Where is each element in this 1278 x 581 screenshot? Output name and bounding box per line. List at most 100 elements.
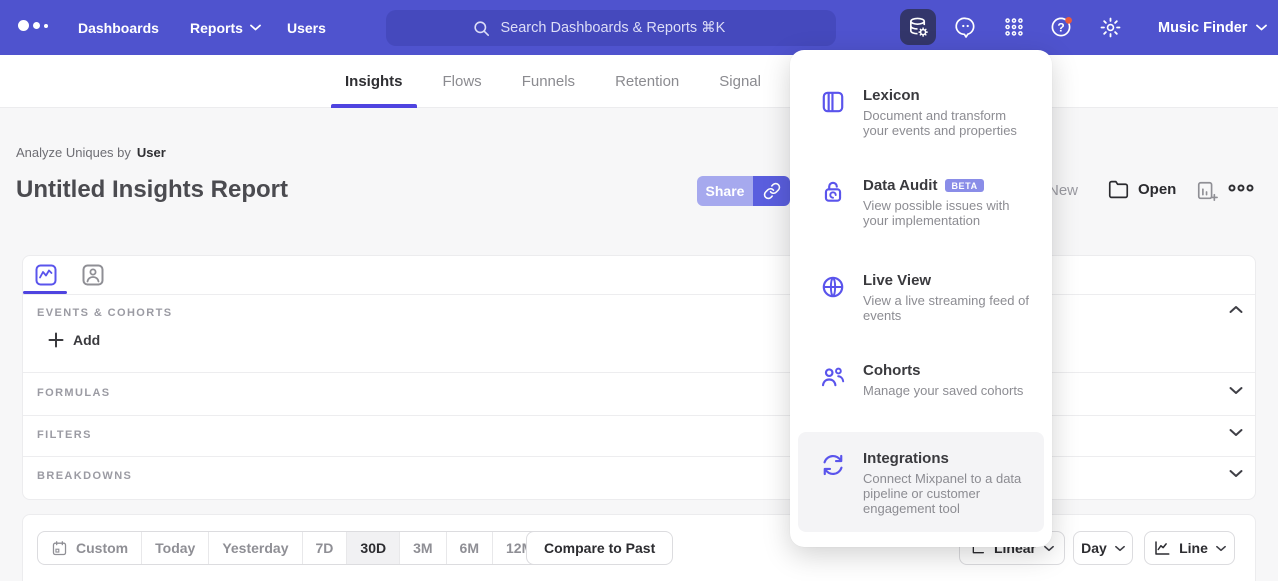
add-label: Add [73, 332, 100, 348]
interval-label: Day [1081, 540, 1107, 556]
add-to-dashboard-icon [1196, 180, 1218, 202]
workspace-switcher[interactable]: Music Finder [1158, 0, 1267, 55]
section-label-formulas: FORMULAS [37, 387, 111, 399]
share-button[interactable]: Share [697, 176, 753, 206]
open-report-button[interactable]: Open [1108, 179, 1176, 200]
add-to-dashboard-button[interactable] [1196, 180, 1218, 202]
calendar-icon [51, 540, 68, 557]
mixpanel-logo-icon[interactable] [18, 20, 48, 31]
apps-grid-icon [1003, 16, 1025, 38]
database-gear-icon [907, 16, 930, 39]
data-management-menu: Lexicon Document and transform your even… [790, 50, 1052, 547]
lexicon-description: Document and transform your events and p… [863, 108, 1030, 138]
expand-formulas-chevron-down-icon[interactable] [1229, 386, 1243, 395]
menu-item-cohorts[interactable]: Cohorts Manage your saved cohorts [820, 362, 1030, 398]
chart-type-select-button[interactable]: Line [1144, 531, 1235, 565]
compare-label: Compare to Past [544, 540, 655, 556]
range-custom[interactable]: Custom [38, 532, 141, 564]
lexicon-book-icon [820, 87, 846, 138]
chevron-down-icon [250, 24, 261, 31]
report-tabbar: Insights Flows Funnels Retention Signal … [0, 55, 1278, 108]
new-report-button[interactable]: New [1048, 182, 1078, 199]
settings-button[interactable] [1092, 9, 1128, 45]
nav-item-users[interactable]: Users [287, 0, 326, 55]
range-today-label: Today [155, 540, 195, 556]
range-3m[interactable]: 3M [399, 532, 445, 564]
nav-item-reports[interactable]: Reports [190, 0, 261, 55]
expand-breakdowns-chevron-down-icon[interactable] [1229, 469, 1243, 478]
folder-icon [1108, 179, 1129, 200]
workspace-label: Music Finder [1158, 20, 1247, 36]
lexicon-title: Lexicon [863, 87, 920, 104]
interval-select-button[interactable]: Day [1073, 531, 1133, 565]
apps-grid-button[interactable] [996, 9, 1032, 45]
integrations-title: Integrations [863, 450, 949, 467]
live-view-description: View a live streaming feed of events [863, 293, 1030, 323]
section-label-filters: FILTERS [37, 429, 92, 441]
profiles-view-tab[interactable] [81, 263, 105, 287]
metrics-view-tab[interactable] [34, 263, 58, 287]
search-input[interactable] [501, 20, 751, 36]
expand-filters-chevron-down-icon[interactable] [1229, 428, 1243, 437]
breadcrumb: Analyze Uniques byUser [16, 145, 166, 160]
cohorts-people-icon [820, 362, 846, 398]
chart-type-label: Line [1179, 540, 1208, 556]
help-button[interactable]: ? [1044, 9, 1080, 45]
range-custom-label: Custom [76, 540, 128, 556]
feedback-button[interactable] [948, 9, 984, 45]
tab-signal[interactable]: Signal [699, 55, 781, 108]
page-title[interactable]: Untitled Insights Report [16, 176, 288, 204]
range-3m-label: 3M [413, 540, 432, 556]
menu-item-integrations[interactable]: Integrations Connect Mixpanel to a data … [820, 450, 1030, 516]
profile-view-icon [81, 263, 105, 287]
chart-toolbar-card: Custom Today Yesterday 7D 30D 3M 6M 12M … [22, 514, 1256, 581]
link-icon [763, 182, 781, 200]
nav-users-label: Users [287, 20, 326, 36]
range-30d[interactable]: 30D [346, 532, 399, 564]
open-label: Open [1138, 181, 1176, 198]
chevron-down-icon [1256, 24, 1267, 31]
nav-dashboards-label: Dashboards [78, 20, 159, 36]
nav-item-dashboards[interactable]: Dashboards [78, 0, 159, 55]
tab-flows[interactable]: Flows [423, 55, 502, 108]
gear-icon [1099, 16, 1122, 39]
date-range-segmented-control: Custom Today Yesterday 7D 30D 3M 6M 12M [37, 531, 547, 565]
more-actions-button[interactable] [1228, 183, 1254, 193]
breadcrumb-value[interactable]: User [137, 145, 166, 160]
menu-item-lexicon[interactable]: Lexicon Document and transform your even… [820, 87, 1030, 138]
help-icon: ? [1049, 14, 1075, 40]
compare-to-past-button[interactable]: Compare to Past [526, 531, 673, 565]
range-yesterday-label: Yesterday [222, 540, 288, 556]
range-today[interactable]: Today [141, 532, 208, 564]
range-6m[interactable]: 6M [446, 532, 492, 564]
section-label-breakdowns: BREAKDOWNS [37, 470, 132, 482]
query-builder-card: EVENTS & COHORTS Add FORMULAS FILTERS BR… [22, 255, 1256, 500]
menu-item-data-audit[interactable]: Data Audit BETA View possible issues wit… [820, 177, 1030, 228]
app-root: Dashboards Reports Users [0, 0, 1278, 581]
range-30d-label: 30D [360, 540, 386, 556]
tab-insights[interactable]: Insights [325, 55, 423, 108]
range-yesterday[interactable]: Yesterday [208, 532, 301, 564]
data-audit-title: Data Audit [863, 177, 937, 194]
range-7d[interactable]: 7D [302, 532, 347, 564]
cohorts-description: Manage your saved cohorts [863, 383, 1023, 398]
tab-funnels[interactable]: Funnels [502, 55, 595, 108]
share-split-button: Share [697, 176, 790, 206]
tab-funnels-label: Funnels [522, 73, 575, 90]
chevron-down-icon [1115, 545, 1125, 552]
global-search[interactable] [386, 10, 836, 46]
line-chart-icon [1153, 539, 1171, 557]
cohorts-title: Cohorts [863, 362, 921, 379]
tab-insights-label: Insights [345, 73, 403, 90]
tab-retention-label: Retention [615, 73, 679, 90]
collapse-events-chevron-up-icon[interactable] [1229, 305, 1243, 314]
copy-link-button[interactable] [753, 176, 790, 206]
tab-retention[interactable]: Retention [595, 55, 699, 108]
range-6m-label: 6M [460, 540, 479, 556]
integrations-sync-icon [820, 450, 846, 516]
data-management-button[interactable] [900, 9, 936, 45]
add-event-button[interactable]: Add [48, 332, 100, 348]
data-audit-description: View possible issues with your implement… [863, 198, 1030, 228]
tab-signal-label: Signal [719, 73, 761, 90]
menu-item-live-view[interactable]: Live View View a live streaming feed of … [820, 272, 1030, 323]
